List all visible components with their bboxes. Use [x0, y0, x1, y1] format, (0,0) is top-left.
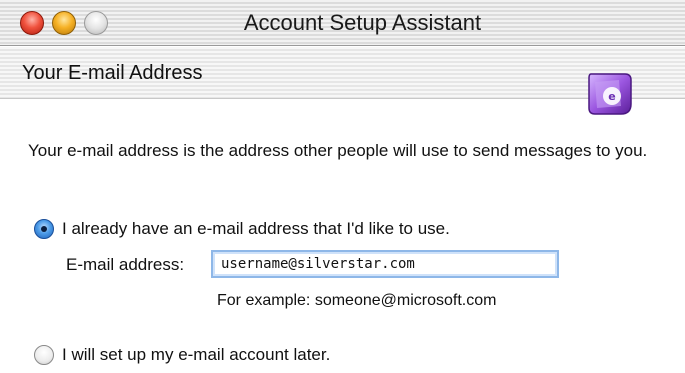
- email-address-label: E-mail address:: [66, 255, 185, 274]
- option-existing-address-radio[interactable]: [34, 219, 54, 239]
- description-text: Your e-mail address is the address other…: [28, 141, 648, 160]
- title-bar[interactable]: Account Setup Assistant: [0, 0, 685, 46]
- entourage-logo-icon: e: [588, 73, 632, 115]
- option-setup-later-label[interactable]: I will set up my e-mail account later.: [62, 345, 330, 365]
- account-setup-window: Account Setup Assistant Your E-mail Addr…: [0, 0, 685, 373]
- window-title: Account Setup Assistant: [243, 10, 482, 35]
- email-address-input[interactable]: username@silverstar.com: [211, 250, 559, 278]
- page-title: Your E-mail Address: [22, 62, 203, 84]
- option-existing-address-label[interactable]: I already have an e-mail address that I'…: [62, 219, 450, 239]
- example-text: For example: someone@microsoft.com: [217, 292, 497, 309]
- option-setup-later-radio[interactable]: [34, 345, 54, 365]
- svg-text:e: e: [608, 90, 615, 103]
